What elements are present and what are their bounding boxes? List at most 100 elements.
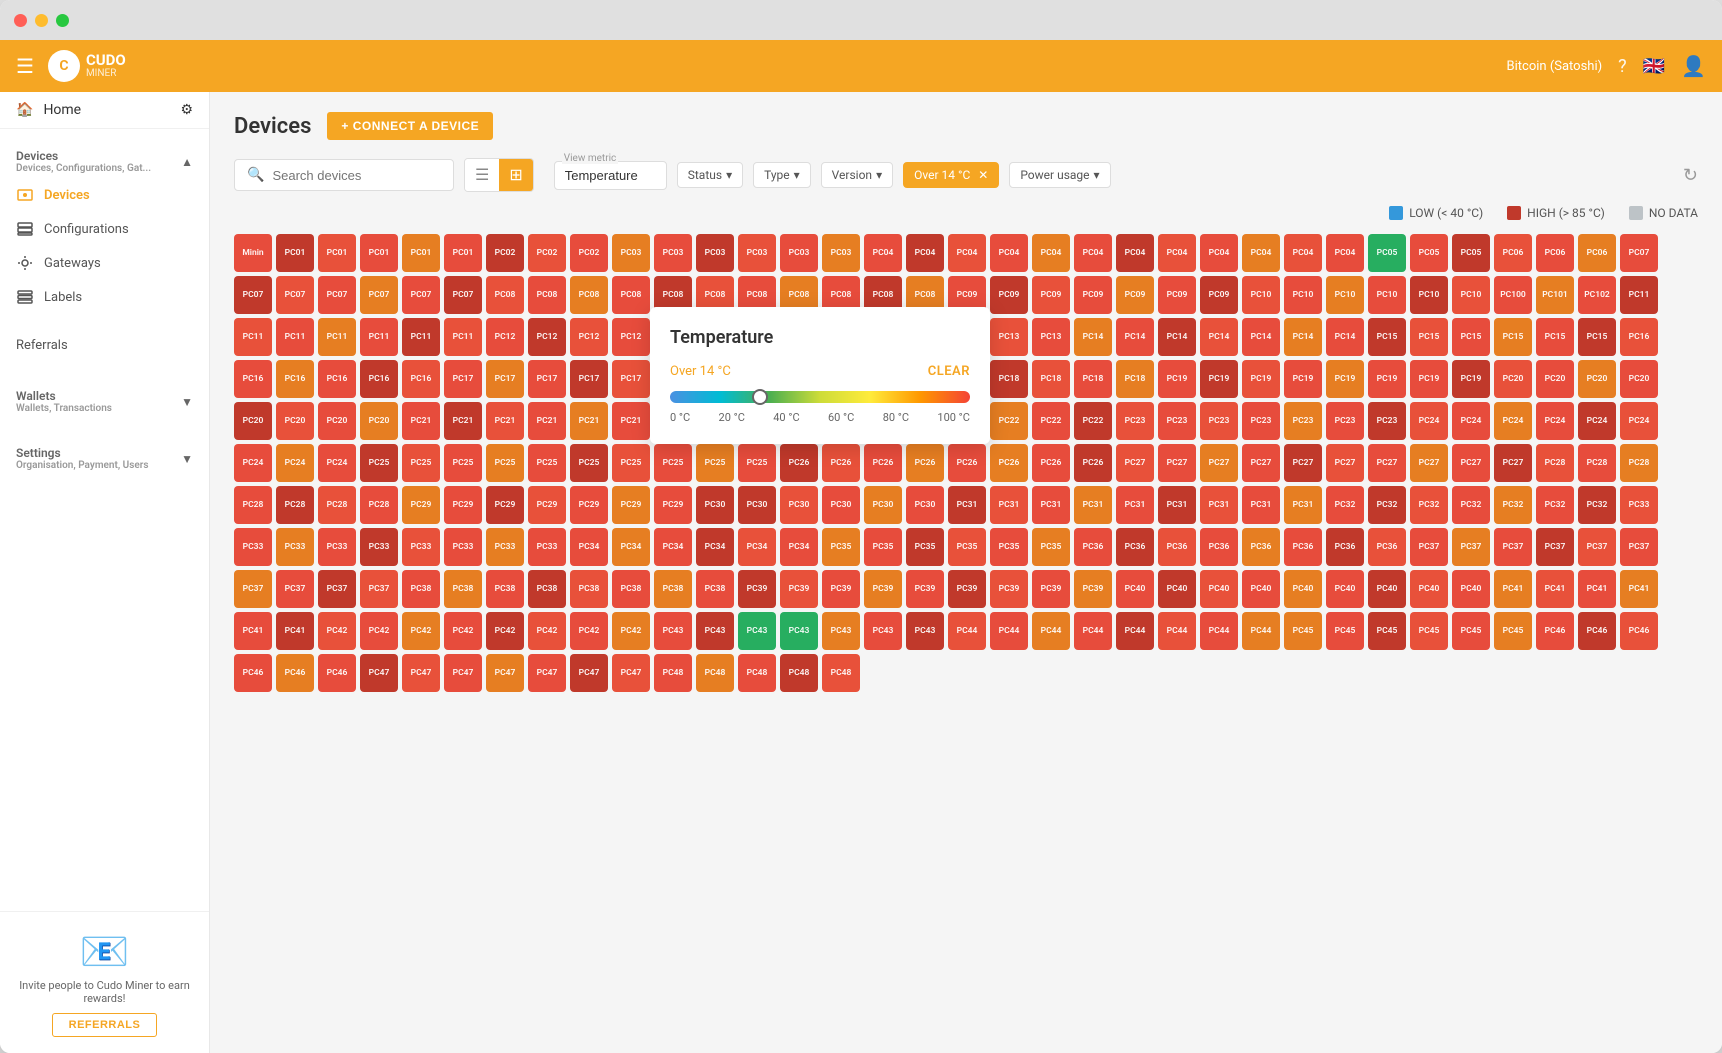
device-tile[interactable]: PC19 — [1158, 360, 1196, 398]
device-tile[interactable]: PC28 — [360, 486, 398, 524]
device-tile[interactable]: PC19 — [1368, 360, 1406, 398]
device-tile[interactable]: PC40 — [1452, 570, 1490, 608]
device-tile[interactable]: PC35 — [1032, 528, 1070, 566]
device-tile[interactable]: PC04 — [1284, 234, 1322, 272]
device-tile[interactable]: PC04 — [864, 234, 902, 272]
device-tile[interactable]: PC40 — [1158, 570, 1196, 608]
filter-version[interactable]: Version ▾ — [821, 162, 893, 188]
device-tile[interactable]: PC37 — [1494, 528, 1532, 566]
device-tile[interactable]: PC20 — [1494, 360, 1532, 398]
device-tile[interactable]: PC42 — [612, 612, 650, 650]
device-tile[interactable]: PC22 — [1032, 402, 1070, 440]
device-tile[interactable]: PC23 — [1326, 402, 1364, 440]
device-tile[interactable]: PC19 — [1452, 360, 1490, 398]
device-tile[interactable]: PC41 — [1536, 570, 1574, 608]
search-input[interactable] — [272, 168, 441, 183]
device-tile[interactable]: PC04 — [1116, 234, 1154, 272]
device-tile[interactable]: PC34 — [696, 528, 734, 566]
device-tile[interactable]: PC36 — [1284, 528, 1322, 566]
device-tile[interactable]: PC31 — [1284, 486, 1322, 524]
device-tile[interactable]: PC39 — [948, 570, 986, 608]
device-tile[interactable]: PC12 — [528, 318, 566, 356]
device-tile[interactable]: PC31 — [1200, 486, 1238, 524]
device-tile[interactable]: PC11 — [360, 318, 398, 356]
device-tile[interactable]: PC30 — [738, 486, 776, 524]
device-tile[interactable]: PC25 — [528, 444, 566, 482]
device-tile[interactable]: PC20 — [1620, 360, 1658, 398]
device-tile[interactable]: PC32 — [1368, 486, 1406, 524]
device-tile[interactable]: PC42 — [444, 612, 482, 650]
device-tile[interactable]: PC35 — [948, 528, 986, 566]
device-tile[interactable]: PC23 — [1200, 402, 1238, 440]
menu-toggle[interactable]: ☰ — [16, 54, 34, 78]
device-tile[interactable]: PC36 — [1074, 528, 1112, 566]
minimize-button[interactable] — [35, 14, 48, 27]
device-tile[interactable]: PC17 — [444, 360, 482, 398]
device-tile[interactable]: PC21 — [402, 402, 440, 440]
device-tile[interactable]: PC04 — [906, 234, 944, 272]
device-tile[interactable]: PC08 — [570, 276, 608, 314]
device-tile[interactable]: PC39 — [906, 570, 944, 608]
device-tile[interactable]: PC37 — [276, 570, 314, 608]
device-tile[interactable]: PC35 — [906, 528, 944, 566]
device-tile[interactable]: PC04 — [1158, 234, 1196, 272]
device-tile[interactable]: PC16 — [360, 360, 398, 398]
device-tile[interactable]: PC37 — [1620, 528, 1658, 566]
device-tile[interactable]: PC39 — [990, 570, 1028, 608]
device-tile[interactable]: PC41 — [1494, 570, 1532, 608]
device-tile[interactable]: PC07 — [234, 276, 272, 314]
device-tile[interactable]: PC32 — [1410, 486, 1448, 524]
device-tile[interactable]: PC40 — [1116, 570, 1154, 608]
device-tile[interactable]: PC33 — [444, 528, 482, 566]
device-tile[interactable]: Minin — [234, 234, 272, 272]
device-tile[interactable]: PC26 — [780, 444, 818, 482]
device-tile[interactable]: PC39 — [822, 570, 860, 608]
device-tile[interactable]: PC35 — [990, 528, 1028, 566]
device-tile[interactable]: PC48 — [822, 654, 860, 692]
device-tile[interactable]: PC03 — [738, 234, 776, 272]
device-tile[interactable]: PC12 — [570, 318, 608, 356]
device-tile[interactable]: PC31 — [1032, 486, 1070, 524]
device-tile[interactable]: PC03 — [654, 234, 692, 272]
device-tile[interactable]: PC33 — [486, 528, 524, 566]
device-tile[interactable]: PC30 — [864, 486, 902, 524]
device-tile[interactable]: PC23 — [1284, 402, 1322, 440]
device-tile[interactable]: PC39 — [864, 570, 902, 608]
close-button[interactable] — [14, 14, 27, 27]
device-tile[interactable]: PC18 — [1074, 360, 1112, 398]
device-tile[interactable]: PC41 — [276, 612, 314, 650]
device-tile[interactable]: PC25 — [402, 444, 440, 482]
device-tile[interactable]: PC32 — [1452, 486, 1490, 524]
device-tile[interactable]: PC07 — [318, 276, 356, 314]
device-tile[interactable]: PC40 — [1200, 570, 1238, 608]
device-tile[interactable]: PC46 — [318, 654, 356, 692]
device-tile[interactable]: PC20 — [1536, 360, 1574, 398]
device-tile[interactable]: PC26 — [1032, 444, 1070, 482]
device-tile[interactable]: PC27 — [1494, 444, 1532, 482]
device-tile[interactable]: PC34 — [570, 528, 608, 566]
device-tile[interactable]: PC08 — [528, 276, 566, 314]
device-tile[interactable]: PC17 — [570, 360, 608, 398]
device-tile[interactable]: PC42 — [360, 612, 398, 650]
device-tile[interactable]: PC34 — [654, 528, 692, 566]
device-tile[interactable]: PC22 — [990, 402, 1028, 440]
device-tile[interactable]: PC27 — [1368, 444, 1406, 482]
device-tile[interactable]: PC06 — [1536, 234, 1574, 272]
device-tile[interactable]: PC36 — [1242, 528, 1280, 566]
device-tile[interactable]: PC25 — [696, 444, 734, 482]
device-tile[interactable]: PC29 — [444, 486, 482, 524]
device-tile[interactable]: PC10 — [1326, 276, 1364, 314]
device-tile[interactable]: PC07 — [360, 276, 398, 314]
sidebar-item-gateways[interactable]: Gateways — [0, 246, 209, 280]
device-tile[interactable]: PC09 — [1074, 276, 1112, 314]
device-tile[interactable]: PC43 — [906, 612, 944, 650]
device-tile[interactable]: PC34 — [780, 528, 818, 566]
device-tile[interactable]: PC38 — [612, 570, 650, 608]
device-tile[interactable]: PC42 — [528, 612, 566, 650]
device-tile[interactable]: PC21 — [486, 402, 524, 440]
device-tile[interactable]: PC21 — [612, 402, 650, 440]
device-tile[interactable]: PC38 — [696, 570, 734, 608]
device-tile[interactable]: PC33 — [318, 528, 356, 566]
device-tile[interactable]: PC20 — [360, 402, 398, 440]
device-tile[interactable]: PC11 — [444, 318, 482, 356]
